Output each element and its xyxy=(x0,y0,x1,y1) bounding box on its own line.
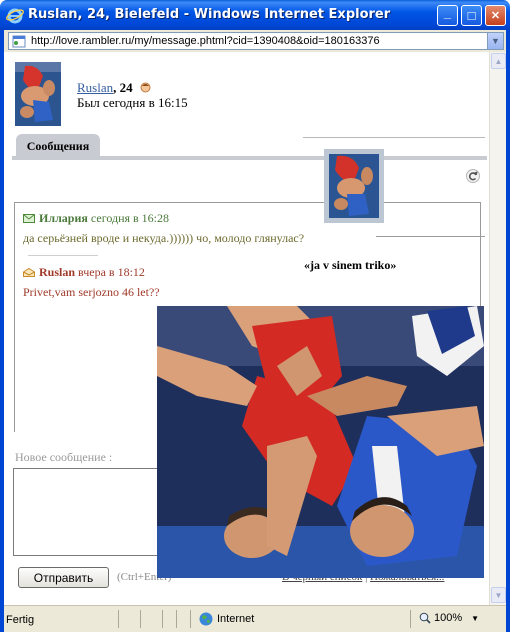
status-separator xyxy=(140,610,141,628)
popup-line xyxy=(376,236,485,237)
globe-icon xyxy=(199,612,213,626)
envelope-icon xyxy=(23,214,35,223)
profile-avatar[interactable] xyxy=(15,62,61,126)
arrow-up-icon: ▲ xyxy=(494,56,503,66)
avatar-photo xyxy=(15,62,61,126)
tab-messages[interactable]: Сообщения xyxy=(16,134,100,158)
message-text: да серьёзней вроде и некуда.)))))) чо, м… xyxy=(23,231,305,245)
profile-name-link[interactable]: Ruslan xyxy=(77,80,113,95)
message-divider xyxy=(28,255,98,256)
status-separator xyxy=(410,610,411,628)
zoom-control[interactable]: 100% ▼ xyxy=(419,612,479,624)
refresh-icon[interactable] xyxy=(466,169,480,183)
photo-thumbnail[interactable] xyxy=(324,149,384,223)
profile-last-seen: Был сегодня в 16:15 xyxy=(77,95,188,110)
wrestling-photo xyxy=(157,306,484,578)
enlarged-photo[interactable] xyxy=(157,306,484,578)
address-dropdown-button[interactable]: ▼ xyxy=(487,33,503,49)
maximize-button[interactable]: □ xyxy=(461,5,482,26)
close-button[interactable]: ✕ xyxy=(485,5,506,26)
status-separator xyxy=(162,610,163,628)
popup-line xyxy=(303,137,485,138)
message-time: сегодня в 16:28 xyxy=(87,211,170,225)
status-bar: Fertig Internet 100% ▼ xyxy=(4,605,506,632)
status-text: Fertig xyxy=(6,614,35,626)
window-title: Ruslan, 24, Bielefeld - Windows Internet… xyxy=(28,7,391,22)
window-frame-right xyxy=(506,52,510,632)
address-bar: http://love.rambler.ru/my/message.phtml?… xyxy=(0,30,510,52)
zoom-level: 100% xyxy=(434,612,463,624)
profile-age: , 24 xyxy=(113,80,133,95)
status-separator xyxy=(176,610,177,628)
page-icon xyxy=(12,35,26,48)
thumbnail-photo xyxy=(329,154,379,218)
message-author[interactable]: Иллария xyxy=(39,211,88,225)
address-field[interactable]: http://love.rambler.ru/my/message.phtml?… xyxy=(8,32,504,50)
zoom-icon xyxy=(419,612,431,624)
chevron-down-icon[interactable]: ▼ xyxy=(471,614,479,623)
ie-logo-icon xyxy=(6,8,24,24)
scroll-down-button[interactable]: ▼ xyxy=(491,587,506,603)
profile-heading: Ruslan, 24 xyxy=(77,80,151,96)
message-time: вчера в 18:12 xyxy=(75,265,145,279)
maximize-icon: □ xyxy=(467,8,476,23)
close-icon: ✕ xyxy=(490,10,501,22)
page-content: Ruslan, 24 Был сегодня в 16:15 Сообщения… xyxy=(4,52,489,605)
message-item: Ruslan вчера в 18:12 Privet,vam serjozno… xyxy=(23,265,160,300)
chevron-down-icon: ▼ xyxy=(491,36,500,46)
send-button[interactable]: Отправить xyxy=(18,567,109,588)
scroll-up-button[interactable]: ▲ xyxy=(491,53,506,69)
minimize-button[interactable]: _ xyxy=(437,5,458,26)
status-separator xyxy=(190,610,191,628)
message-text: Privet,vam serjozno 46 let?? xyxy=(23,285,160,299)
security-zone[interactable]: Internet xyxy=(199,612,254,626)
address-url[interactable]: http://love.rambler.ru/my/message.phtml?… xyxy=(31,35,380,47)
new-message-label: Новое сообщение : xyxy=(15,450,113,464)
vertical-scrollbar[interactable]: ▲ ▼ xyxy=(489,52,506,605)
open-envelope-icon xyxy=(23,268,35,277)
message-item: Иллария сегодня в 16:28 да серьёзней вро… xyxy=(23,211,304,246)
minimize-icon: _ xyxy=(443,5,452,20)
online-face-icon xyxy=(140,82,151,93)
arrow-down-icon: ▼ xyxy=(494,590,503,600)
title-bar: Ruslan, 24, Bielefeld - Windows Internet… xyxy=(0,0,510,30)
message-author[interactable]: Ruslan xyxy=(39,265,75,279)
zone-label: Internet xyxy=(217,613,255,625)
status-separator xyxy=(118,610,119,628)
photo-caption: «ja v sinem triko» xyxy=(304,258,397,272)
